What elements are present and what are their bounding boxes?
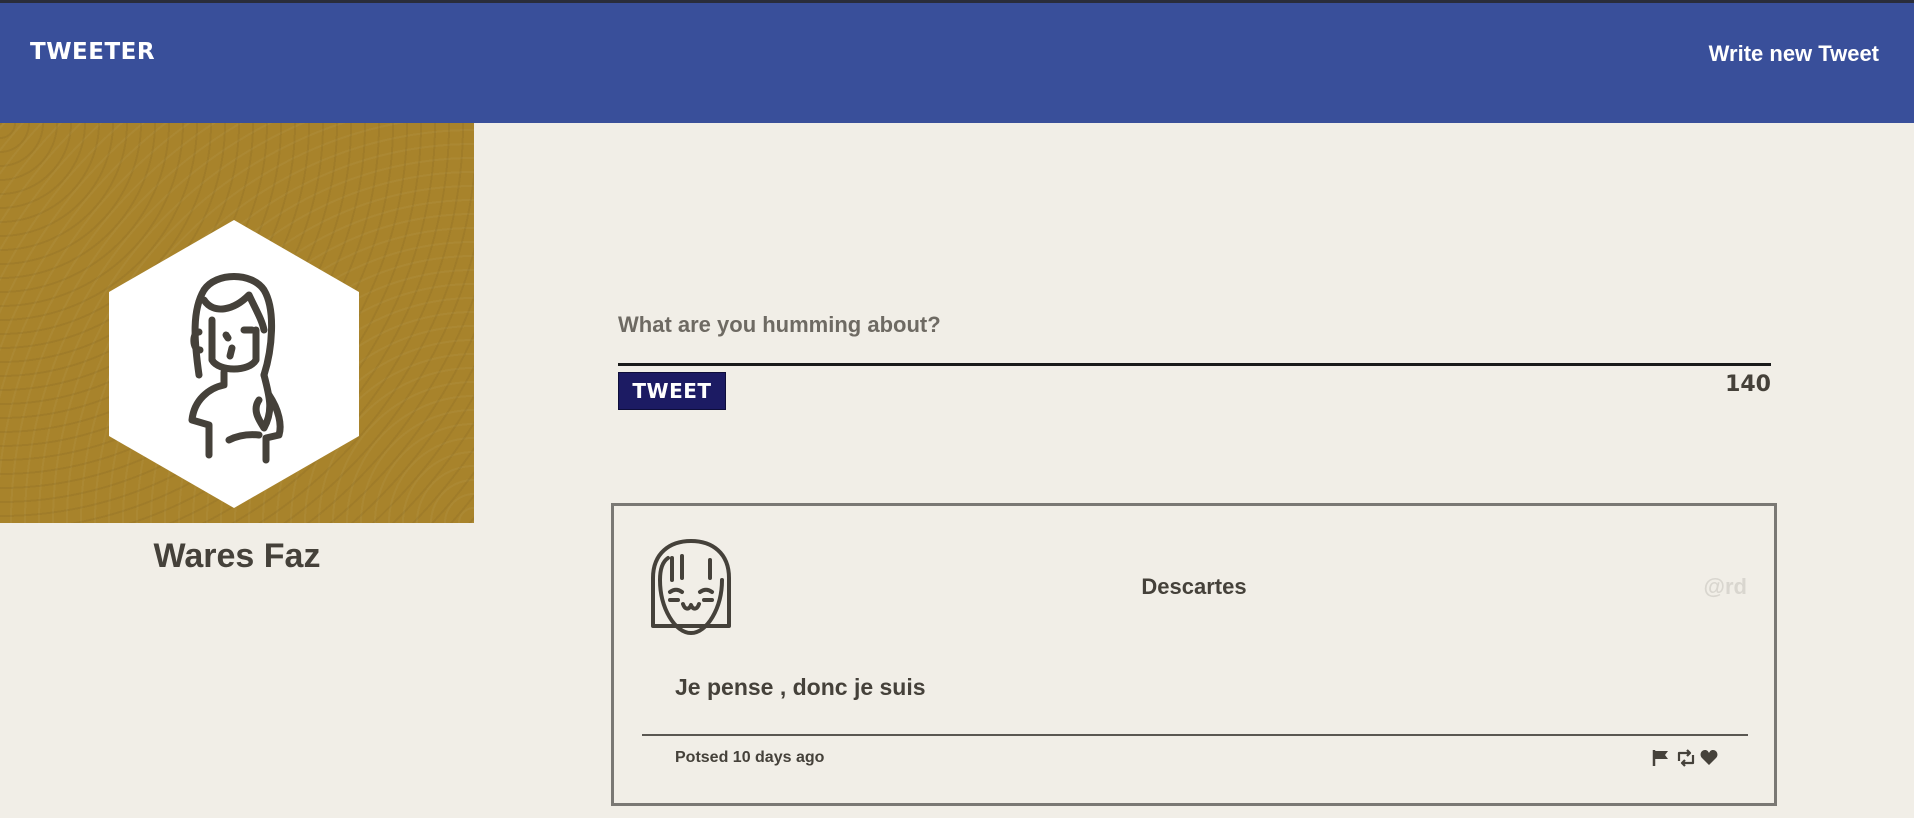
retweet-icon[interactable] bbox=[1676, 749, 1695, 767]
tweet-input[interactable] bbox=[618, 300, 1771, 366]
compose-area: TWEET 140 bbox=[618, 300, 1771, 410]
girl-avatar-icon bbox=[188, 273, 284, 464]
tweet-button[interactable]: TWEET bbox=[618, 372, 726, 410]
heart-icon[interactable] bbox=[1700, 749, 1718, 767]
brand-logo[interactable]: TWEETER bbox=[30, 39, 155, 65]
tweet-card: Descartes @rd Je pense , donc je suis Po… bbox=[611, 503, 1777, 806]
tweet-divider bbox=[642, 734, 1748, 736]
tweet-handle[interactable]: @rd bbox=[1704, 574, 1747, 600]
navbar: TWEETER Write new Tweet bbox=[0, 3, 1914, 123]
tweet-timestamp: Potsed 10 days ago bbox=[675, 749, 825, 766]
profile-banner bbox=[0, 123, 474, 523]
tweet-author: Descartes bbox=[1141, 574, 1247, 599]
tweet-actions bbox=[1652, 749, 1718, 767]
tweet-text: Je pense , donc je suis bbox=[675, 674, 926, 700]
avatar-hexagon bbox=[109, 220, 359, 508]
flag-icon[interactable] bbox=[1652, 749, 1670, 767]
profile-name: Wares Faz bbox=[153, 537, 321, 575]
character-counter: 140 bbox=[1725, 372, 1771, 397]
write-new-tweet-link[interactable]: Write new Tweet bbox=[1709, 41, 1879, 67]
